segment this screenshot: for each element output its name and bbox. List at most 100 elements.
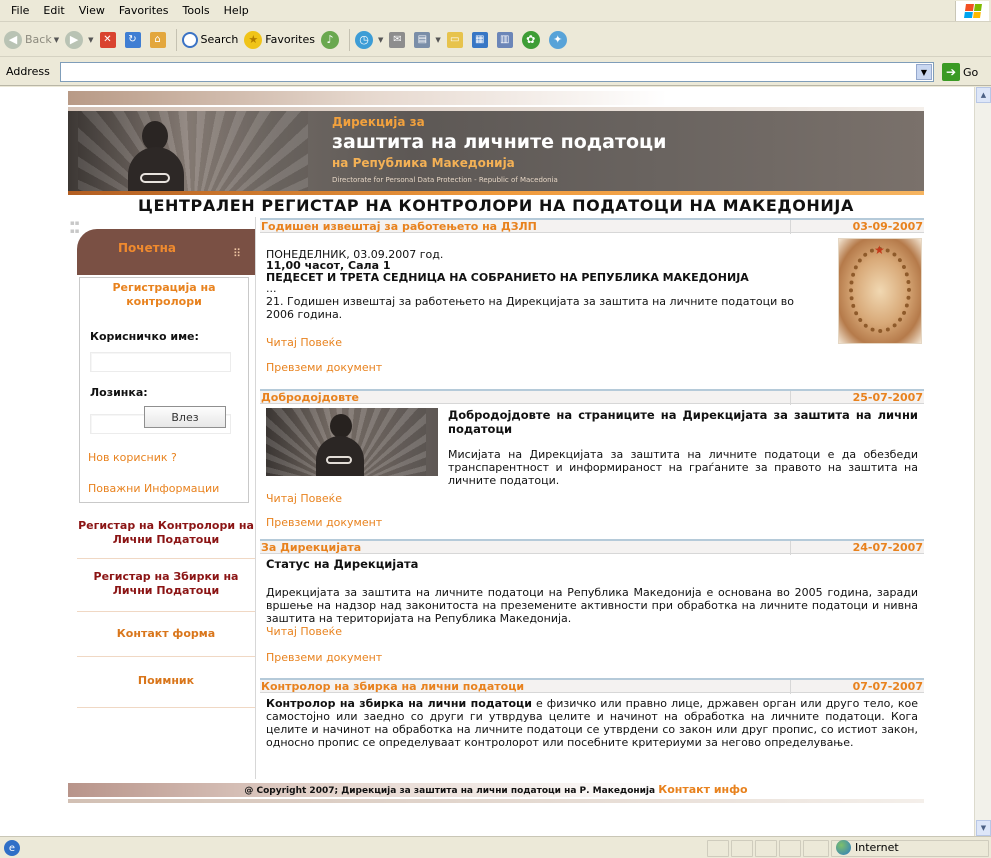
banner-line-1: Дирекција за (332, 115, 425, 129)
dots-icon: ⠿ (232, 247, 241, 260)
contact-info-link[interactable]: Контакт инфо (658, 783, 747, 796)
download-document-link[interactable]: Превземи документ (266, 516, 382, 529)
news-section-annual-report: Годишен извештај за работењето на ДЗЛП 0… (260, 218, 924, 389)
username-field[interactable] (90, 352, 231, 372)
news-text: 21. Годишен извештај за работењето на Ди… (266, 295, 794, 321)
toolbar-separator (175, 28, 177, 51)
read-more-link[interactable]: Читај Повеќе (266, 336, 342, 349)
messenger-button[interactable]: ✿ (521, 30, 543, 49)
read-more-link[interactable]: Читај Повеќе (266, 492, 342, 505)
key-icon (140, 173, 170, 183)
scroll-down-icon[interactable]: ▼ (976, 820, 991, 836)
star-icon: ★ (874, 243, 885, 257)
about-heading: Статус на Дирекцијата (266, 557, 419, 571)
download-document-link[interactable]: Превземи документ (266, 651, 382, 664)
person-silhouette-image (124, 115, 188, 195)
favorites-button[interactable]: ★ Favorites (244, 30, 315, 49)
section-date: 07-07-2007 (790, 680, 923, 694)
banner-english-subtitle: Directorate for Personal Data Protection… (332, 176, 558, 184)
new-user-link[interactable]: Нов корисник ? (88, 451, 177, 464)
section-header: За Дирекцијата 24-07-2007 (260, 539, 924, 555)
edit-button[interactable]: ▭ (446, 31, 466, 48)
back-button[interactable]: ◀ Back ▼ (4, 30, 59, 49)
sidebar-item-collections-register[interactable]: Регистар на Збирки на Лични Податоци (77, 570, 255, 612)
status-pane (731, 840, 753, 857)
extra-icon: ✦ (548, 30, 567, 49)
menu-edit[interactable]: Edit (36, 0, 71, 22)
menu-help[interactable]: Help (217, 0, 256, 22)
menu-favorites[interactable]: Favorites (112, 0, 176, 22)
extra-button[interactable]: ✦ (548, 30, 570, 49)
nav-home-label: Почетна (117, 241, 176, 255)
sidebar-item-controllers-register[interactable]: Регистар на Контролори на Лични Податоци (77, 519, 255, 559)
search-icon (181, 31, 198, 48)
download-document-link[interactable]: Превземи документ (266, 361, 382, 374)
go-arrow-icon: ➔ (942, 63, 960, 81)
back-arrow-icon: ◀ (4, 30, 22, 49)
sidebar-item-contact-form[interactable]: Контакт форма (77, 627, 255, 657)
globe-icon (836, 840, 851, 855)
banner-line-3: на Република Македонија (332, 156, 515, 170)
home-icon: ⌂ (149, 31, 166, 48)
status-pane (803, 840, 829, 857)
research-button[interactable]: ▥ (496, 31, 516, 48)
controller-text: Контролор на збирка на лични податоци е … (266, 697, 918, 749)
top-decor-strip (68, 91, 924, 105)
section-header: Годишен извештај за работењето на ДЗЛП 0… (260, 218, 924, 234)
security-zone: Internet (836, 840, 899, 855)
media-icon: ♪ (321, 30, 339, 49)
menu-view[interactable]: View (72, 0, 112, 22)
about-text: Дирекцијата за заштита на личните подато… (266, 586, 918, 625)
login-button[interactable]: Влез (144, 406, 226, 428)
messenger-icon: ✿ (521, 30, 540, 49)
header-banner: Дирекција за заштита на личните податоци… (68, 111, 924, 195)
home-button[interactable]: ⌂ (149, 31, 169, 48)
important-info-link[interactable]: Поважни Информации (88, 482, 219, 495)
refresh-button[interactable]: ↻ (124, 31, 144, 48)
section-title: За Дирекцијата (261, 541, 362, 554)
password-label: Лозинка: (90, 386, 148, 399)
news-section-controller: Контролор на збирка на лични податоци 07… (260, 678, 924, 778)
note-icon: ▭ (446, 31, 463, 48)
windows-logo-icon (955, 1, 989, 21)
go-button[interactable]: ➔ Go (942, 63, 978, 81)
registration-title: Регистрација на контролори (112, 281, 216, 308)
status-pane (755, 840, 777, 857)
banner-pattern (78, 111, 308, 195)
web-page: Дирекција за заштита на личните податоци… (68, 87, 924, 836)
welcome-text: Мисијата на Дирекцијата за заштита на ли… (448, 448, 918, 487)
forward-button[interactable]: ▶ ▼ (65, 30, 94, 49)
coat-of-arms-image: ★ (838, 238, 922, 344)
nav-home[interactable]: Почетна ⠿ (77, 229, 255, 275)
menu-bar: File Edit View Favorites Tools Help (0, 0, 991, 22)
footer-decor-strip (68, 799, 924, 803)
ie-page-icon: e (4, 840, 20, 856)
discuss-button[interactable]: ▦ (471, 31, 491, 48)
vertical-scrollbar[interactable]: ▲ ▼ (974, 87, 991, 836)
section-date: 25-07-2007 (790, 391, 923, 405)
menu-file[interactable]: File (4, 0, 36, 22)
welcome-heading: Добродојдовте на страниците на Дирекција… (448, 408, 918, 436)
section-header: Добродојдовте 25-07-2007 (260, 389, 924, 405)
address-input[interactable] (61, 63, 933, 81)
media-button[interactable]: ♪ (321, 30, 342, 49)
controller-bold-lead: Контролор на збирка на лични податоци (266, 697, 532, 710)
search-button[interactable]: Search (181, 31, 238, 48)
stop-button[interactable]: ✕ (99, 31, 119, 48)
read-more-link[interactable]: Читај Повеќе (266, 625, 342, 638)
history-button[interactable]: ◷ ▼ (355, 30, 383, 49)
chevron-down-icon[interactable]: ▼ (916, 64, 932, 80)
mail-button[interactable]: ✉ (389, 31, 408, 48)
sidebar-item-glossary[interactable]: Поимник (77, 674, 255, 708)
research-icon: ▥ (496, 31, 513, 48)
scroll-up-icon[interactable]: ▲ (976, 87, 991, 103)
forward-arrow-icon: ▶ (65, 30, 84, 49)
username-input[interactable] (91, 353, 230, 371)
page-title: ЦЕНТРАЛЕН РЕГИСТАР НА КОНТРОЛОРИ НА ПОДА… (68, 195, 924, 217)
section-date: 03-09-2007 (790, 220, 923, 234)
print-button[interactable]: ▤ ▼ (414, 31, 441, 48)
address-field[interactable]: ▼ (60, 62, 934, 82)
news-section-welcome: Добродојдовте 25-07-2007 Добродојдовте н… (260, 389, 924, 539)
menu-tools[interactable]: Tools (176, 0, 217, 22)
browser-toolbar: ◀ Back ▼ ▶ ▼ ✕ ↻ ⌂ Search ★ Favorites ♪ ◷ ▼… (0, 23, 991, 57)
